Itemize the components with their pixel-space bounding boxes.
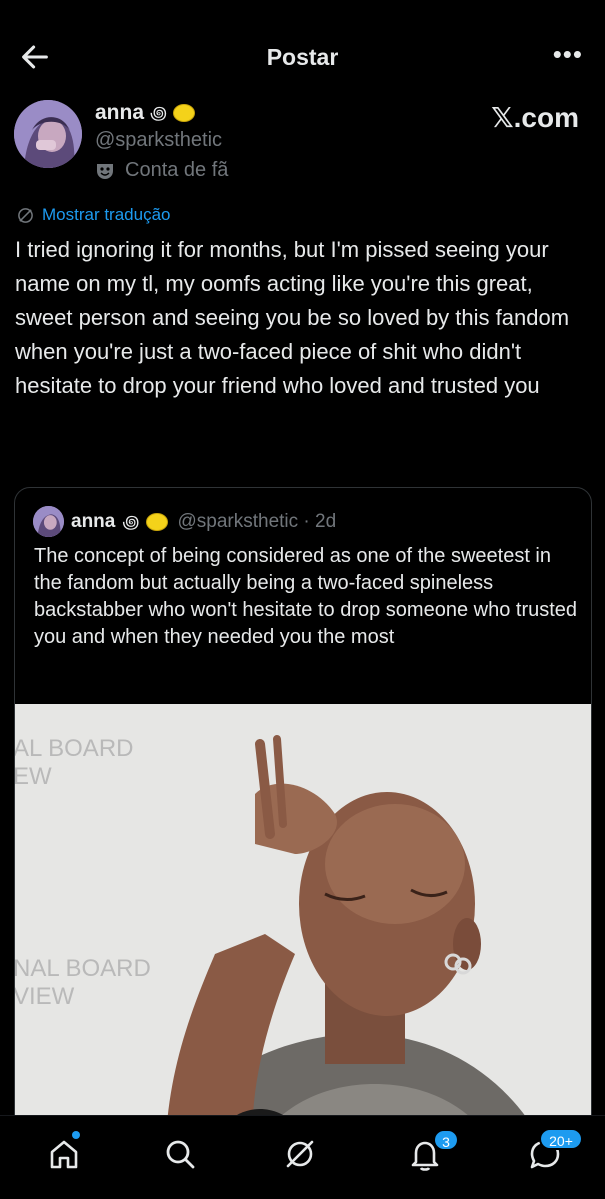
quoted-post-text: The concept of being considered as one o… [34,545,578,648]
x-watermark-logo: 𝕏.com [491,102,579,133]
search-icon[interactable] [160,1134,200,1174]
bottom-tab-bar: 3 20+ [0,1115,605,1199]
home-icon[interactable] [44,1134,84,1174]
theater-mask-icon [97,163,113,179]
notifications-badge: 3 [433,1129,459,1151]
spiral-emoji-icon: ꩜ [150,103,168,123]
home-notification-dot [72,1131,80,1139]
author-name-row: anna ꩜ [95,100,196,126]
fan-account-text: Conta de fã [125,159,229,181]
post-text: I tried ignoring it for months, but I'm … [15,237,570,398]
backdrop-text-4: VIEW [15,983,75,1010]
show-translation-label[interactable]: Mostrar tradução [42,205,171,225]
grok-icon[interactable] [280,1134,320,1174]
top-bar: Postar ••• [0,0,605,115]
quoted-handle-time: @sparksthetic · 2d [177,510,337,532]
more-options-icon[interactable]: ••• [553,41,583,67]
spiral-emoji-icon: ꩜ [122,511,140,532]
show-translation-link[interactable]: Mostrar tradução [17,205,171,225]
lemon-emoji-icon [173,104,196,122]
page-title: Postar [266,44,339,70]
quoted-post-image[interactable]: AL BOARD EW NAL BOARD VIEW [15,704,591,1166]
globe-slash-icon [18,207,33,223]
avatar[interactable] [14,100,82,168]
author-handle[interactable]: @sparksthetic [95,129,222,152]
fan-account-label: Conta de fã [95,159,228,182]
quoted-post[interactable]: anna ꩜ @sparksthetic · 2d The concept of… [14,487,592,1167]
backdrop-text-3: NAL BOARD [15,955,151,982]
backdrop-text-1: AL BOARD [15,735,133,762]
author-name[interactable]: anna [95,101,144,125]
backdrop-text-2: EW [15,763,52,790]
quoted-avatar [33,506,64,537]
messages-badge: 20+ [539,1128,583,1150]
lemon-emoji-icon [146,512,169,531]
quoted-author-name: anna [71,510,116,532]
quoted-post-header: anna ꩜ @sparksthetic · 2d [33,506,336,537]
